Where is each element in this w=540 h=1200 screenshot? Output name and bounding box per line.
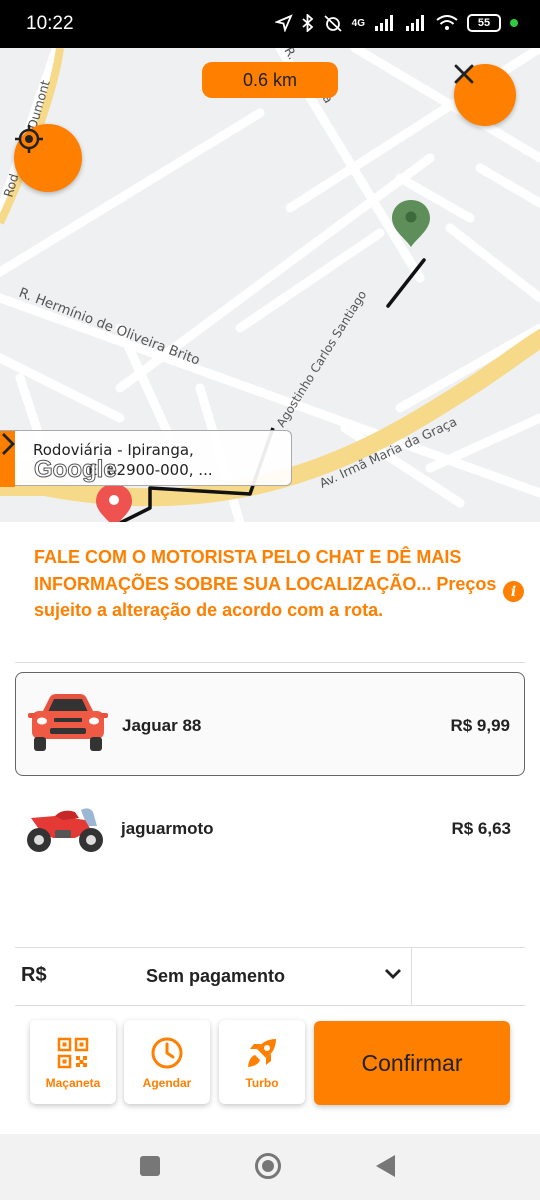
location-arrow-icon	[274, 14, 293, 32]
recents-button[interactable]	[140, 1156, 160, 1176]
system-navigation-bar	[0, 1134, 540, 1200]
payment-method-label: Sem pagamento	[146, 966, 286, 986]
distance-badge: 0.6 km	[202, 62, 338, 98]
back-button[interactable]	[376, 1155, 395, 1177]
rocket-icon	[248, 1039, 276, 1067]
wifi-icon	[436, 15, 458, 30]
my-location-button[interactable]	[14, 124, 82, 192]
qr-code-icon	[57, 1037, 89, 1069]
ride-option-name: jaguarmoto	[121, 819, 214, 838]
street-label: R. Hermínio de Oliveira Brito	[17, 285, 203, 369]
ride-option-price: R$ 6,63	[451, 819, 511, 838]
notice-caps: FALE COM O MOTORISTA PELO CHAT E DÊ MAIS…	[34, 547, 462, 594]
bluetooth-icon	[302, 14, 314, 32]
divider	[15, 1005, 525, 1006]
network-type-label: 4G	[351, 17, 365, 29]
alarm-off-icon	[324, 15, 342, 32]
turbo-button[interactable]: Turbo	[219, 1020, 305, 1104]
privacy-indicator-dot	[510, 19, 518, 27]
home-button[interactable]	[255, 1153, 281, 1179]
ride-options-sheet: FALE COM O MOTORISTA PELO CHAT E DÊ MAIS…	[0, 522, 540, 1134]
close-icon	[454, 64, 474, 84]
close-button[interactable]	[454, 64, 516, 126]
divider	[15, 662, 525, 663]
car-icon	[28, 694, 108, 751]
currency-symbol: R$	[21, 964, 47, 986]
motorcycle-icon	[27, 808, 103, 852]
origin-pin-icon[interactable]	[96, 484, 132, 523]
clock-icon	[151, 1037, 183, 1069]
status-bar: 10:22 4G 55	[0, 0, 540, 48]
driver-chat-notice: FALE COM O MOTORISTA PELO CHAT E DÊ MAIS…	[34, 544, 509, 624]
signal-icon	[375, 15, 393, 31]
ride-option-jaguarmoto[interactable]: jaguarmoto R$ 6,63	[15, 776, 525, 880]
ride-option-jaguar-88[interactable]: Jaguar 88 R$ 9,99	[15, 672, 525, 776]
crosshair-icon	[15, 125, 43, 153]
agendar-button[interactable]: Agendar	[124, 1020, 210, 1104]
status-icons: 4G 55	[274, 14, 518, 32]
google-logo: Google	[34, 456, 118, 484]
ride-option-price: R$ 9,99	[450, 716, 510, 735]
action-label: Maçaneta	[45, 1076, 101, 1090]
chevron-down-icon[interactable]	[383, 967, 403, 981]
status-time: 10:22	[26, 13, 74, 34]
battery-icon: 55	[467, 14, 501, 32]
map-view[interactable]: R. Hermínio de Oliveira Brito Agostinho …	[0, 48, 540, 523]
signal-icon-2	[406, 15, 424, 31]
payment-separator	[411, 947, 412, 1005]
confirm-button[interactable]: Confirmar	[314, 1021, 510, 1105]
action-label: Agendar	[142, 1076, 192, 1090]
action-label: Turbo	[245, 1076, 279, 1090]
chevron-right-icon	[2, 433, 15, 455]
payment-method-selector[interactable]: R$ Sem pagamento	[15, 947, 525, 1005]
macaneta-button[interactable]: Maçaneta	[30, 1020, 116, 1104]
ride-option-name: Jaguar 88	[122, 716, 202, 735]
street-label: Agostinho Carlos Santiago	[274, 288, 370, 430]
info-icon[interactable]: i	[503, 581, 524, 602]
